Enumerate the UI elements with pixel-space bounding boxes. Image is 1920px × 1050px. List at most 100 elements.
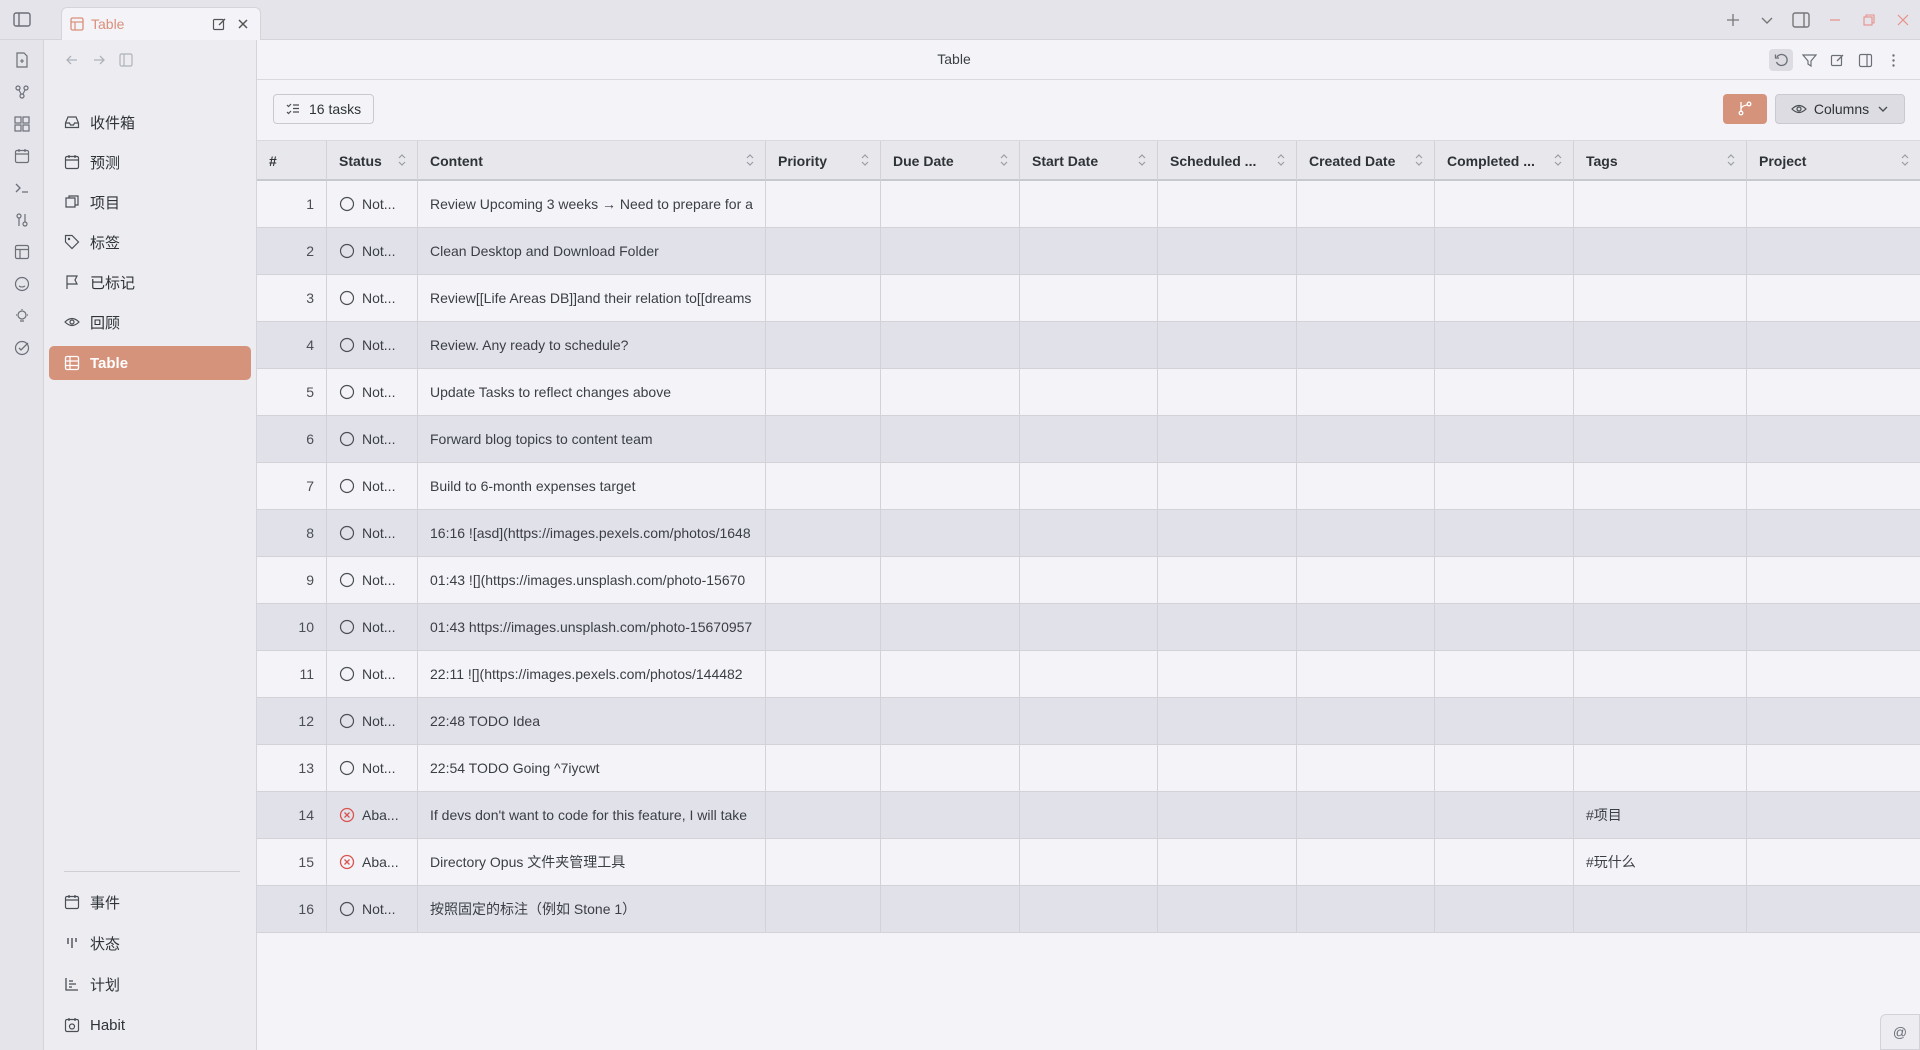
project-cell[interactable] bbox=[1747, 651, 1920, 697]
open-circle-icon[interactable] bbox=[339, 713, 355, 729]
content-cell[interactable]: 01:43 https://images.unsplash.com/photo-… bbox=[418, 604, 766, 650]
start-date-cell[interactable] bbox=[1020, 698, 1158, 744]
column-header[interactable]: Priority bbox=[766, 141, 881, 180]
completed-cell[interactable] bbox=[1435, 839, 1574, 885]
content-cell[interactable]: Clean Desktop and Download Folder bbox=[418, 228, 766, 274]
sort-icon[interactable] bbox=[397, 153, 407, 167]
created-date-cell[interactable] bbox=[1297, 886, 1435, 932]
due-date-cell[interactable] bbox=[881, 416, 1020, 462]
scheduled-cell[interactable] bbox=[1158, 510, 1297, 556]
project-cell[interactable] bbox=[1747, 181, 1920, 227]
created-date-cell[interactable] bbox=[1297, 181, 1435, 227]
priority-cell[interactable] bbox=[766, 463, 881, 509]
created-date-cell[interactable] bbox=[1297, 369, 1435, 415]
completed-cell[interactable] bbox=[1435, 510, 1574, 556]
table-row[interactable]: 2 Not... Clean Desktop and Download Folder bbox=[257, 228, 1920, 275]
scheduled-cell[interactable] bbox=[1158, 275, 1297, 321]
content-cell[interactable]: Update Tasks to reflect changes above bbox=[418, 369, 766, 415]
tags-cell[interactable] bbox=[1574, 463, 1747, 509]
task-check-icon[interactable] bbox=[0, 332, 44, 364]
due-date-cell[interactable] bbox=[881, 792, 1020, 838]
open-circle-icon[interactable] bbox=[339, 619, 355, 635]
due-date-cell[interactable] bbox=[881, 604, 1020, 650]
due-date-cell[interactable] bbox=[881, 369, 1020, 415]
created-date-cell[interactable] bbox=[1297, 463, 1435, 509]
sort-icon[interactable] bbox=[1137, 153, 1147, 167]
status-cell[interactable]: Aba... bbox=[327, 792, 418, 838]
open-circle-icon[interactable] bbox=[339, 431, 355, 447]
due-date-cell[interactable] bbox=[881, 886, 1020, 932]
sidebar-panel-icon[interactable] bbox=[116, 50, 136, 70]
edit-icon[interactable] bbox=[210, 15, 228, 33]
status-cell[interactable]: Not... bbox=[327, 463, 418, 509]
edit-icon[interactable] bbox=[1825, 49, 1849, 71]
tags-cell[interactable]: #玩什么 bbox=[1574, 839, 1747, 885]
open-circle-icon[interactable] bbox=[339, 525, 355, 541]
status-cell[interactable]: Not... bbox=[327, 510, 418, 556]
refresh-icon[interactable] bbox=[1769, 49, 1793, 71]
start-date-cell[interactable] bbox=[1020, 604, 1158, 650]
priority-cell[interactable] bbox=[766, 886, 881, 932]
project-cell[interactable] bbox=[1747, 463, 1920, 509]
priority-cell[interactable] bbox=[766, 745, 881, 791]
project-cell[interactable] bbox=[1747, 510, 1920, 556]
status-cell[interactable]: Not... bbox=[327, 698, 418, 744]
priority-cell[interactable] bbox=[766, 322, 881, 368]
completed-cell[interactable] bbox=[1435, 886, 1574, 932]
column-header[interactable]: Completed ... bbox=[1435, 141, 1574, 180]
scheduled-cell[interactable] bbox=[1158, 181, 1297, 227]
daily-note-icon[interactable] bbox=[0, 140, 44, 172]
table-row[interactable]: 1 Not... Review Upcoming 3 weeks → Need to… bbox=[257, 181, 1920, 228]
created-date-cell[interactable] bbox=[1297, 792, 1435, 838]
priority-cell[interactable] bbox=[766, 416, 881, 462]
status-cell[interactable]: Not... bbox=[327, 745, 418, 791]
terminal-icon[interactable] bbox=[0, 172, 44, 204]
completed-cell[interactable] bbox=[1435, 463, 1574, 509]
priority-cell[interactable] bbox=[766, 839, 881, 885]
start-date-cell[interactable] bbox=[1020, 839, 1158, 885]
content-cell[interactable]: If devs don't want to code for this feat… bbox=[418, 792, 766, 838]
priority-cell[interactable] bbox=[766, 510, 881, 556]
start-date-cell[interactable] bbox=[1020, 510, 1158, 556]
status-cell[interactable]: Not... bbox=[327, 228, 418, 274]
priority-cell[interactable] bbox=[766, 181, 881, 227]
status-cell[interactable]: Not... bbox=[327, 275, 418, 321]
project-cell[interactable] bbox=[1747, 604, 1920, 650]
columns-button[interactable]: Columns bbox=[1775, 94, 1905, 124]
start-date-cell[interactable] bbox=[1020, 181, 1158, 227]
sliders-icon[interactable] bbox=[0, 204, 44, 236]
minimize-icon[interactable] bbox=[1818, 0, 1852, 40]
column-header[interactable]: Status bbox=[327, 141, 418, 180]
content-cell[interactable]: Review[[Life Areas DB]]and their relatio… bbox=[418, 275, 766, 321]
project-cell[interactable] bbox=[1747, 698, 1920, 744]
priority-cell[interactable] bbox=[766, 228, 881, 274]
tags-cell[interactable] bbox=[1574, 604, 1747, 650]
open-circle-icon[interactable] bbox=[339, 196, 355, 212]
open-circle-icon[interactable] bbox=[339, 901, 355, 917]
content-cell[interactable]: Forward blog topics to content team bbox=[418, 416, 766, 462]
due-date-cell[interactable] bbox=[881, 745, 1020, 791]
created-date-cell[interactable] bbox=[1297, 745, 1435, 791]
tags-cell[interactable] bbox=[1574, 275, 1747, 321]
sidebar-item-table[interactable]: Table bbox=[49, 346, 251, 380]
project-cell[interactable] bbox=[1747, 275, 1920, 321]
content-cell[interactable]: Review Upcoming 3 weeks → Need to prepar… bbox=[418, 181, 766, 227]
start-date-cell[interactable] bbox=[1020, 745, 1158, 791]
tab-table[interactable]: Table bbox=[61, 7, 261, 40]
start-date-cell[interactable] bbox=[1020, 651, 1158, 697]
created-date-cell[interactable] bbox=[1297, 228, 1435, 274]
table-row[interactable]: 8 Not... 16:16 ![asd](https://images.pexel… bbox=[257, 510, 1920, 557]
status-cell[interactable]: Not... bbox=[327, 651, 418, 697]
completed-cell[interactable] bbox=[1435, 698, 1574, 744]
content-cell[interactable]: Review. Any ready to schedule? bbox=[418, 322, 766, 368]
sidebar-toggle-icon[interactable] bbox=[12, 11, 32, 29]
new-tab-icon[interactable] bbox=[1716, 0, 1750, 40]
table-row[interactable]: 16 Not... 按照固定的标注（例如 Stone 1） bbox=[257, 886, 1920, 933]
created-date-cell[interactable] bbox=[1297, 604, 1435, 650]
at-mention-button[interactable]: @ bbox=[1880, 1014, 1920, 1050]
created-date-cell[interactable] bbox=[1297, 275, 1435, 321]
priority-cell[interactable] bbox=[766, 369, 881, 415]
tags-cell[interactable] bbox=[1574, 886, 1747, 932]
start-date-cell[interactable] bbox=[1020, 369, 1158, 415]
column-header[interactable]: Content bbox=[418, 141, 766, 180]
